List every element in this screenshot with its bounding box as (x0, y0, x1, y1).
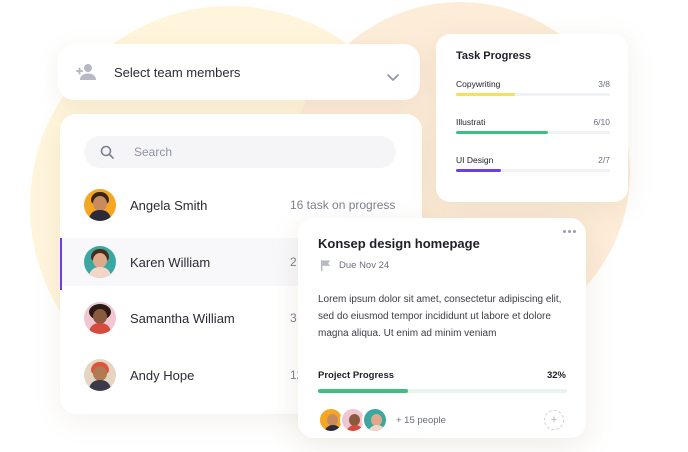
due-date: Due Nov 24 (318, 260, 566, 271)
task-progress-count: 6/10 (593, 117, 610, 127)
task-progress-count: 2/7 (598, 155, 610, 165)
people-count: + 15 people (396, 414, 446, 426)
due-date-label: Due Nov 24 (339, 260, 390, 271)
project-progress-value: 32% (546, 370, 566, 381)
assigned-people: + 15 people + (318, 407, 566, 433)
task-progress-card: Task Progress Copywriting 3/8 Illustrati… (436, 34, 628, 202)
project-progress-bar (318, 389, 567, 393)
search-input[interactable] (134, 145, 374, 159)
search-icon (100, 145, 114, 159)
task-progress-item-copywriting: Copywriting 3/8 (456, 79, 610, 117)
task-progress-label: Copywriting (456, 79, 501, 89)
task-progress-count: 3/8 (598, 79, 610, 89)
member-name: Karen William (130, 254, 211, 270)
task-progress-item-ui-design: UI Design 2/7 (456, 155, 610, 193)
select-team-members-dropdown[interactable]: Select team members (58, 44, 420, 100)
member-task-count: 16 task on progress (290, 198, 396, 212)
member-name: Andy Hope (130, 367, 195, 383)
avatar (84, 246, 116, 278)
project-progress-label: Project Progress (318, 370, 395, 381)
add-user-icon (76, 63, 98, 81)
task-title: Konsep design homepage (318, 236, 480, 251)
task-progress-bar (456, 131, 610, 134)
task-description: Lorem ipsum dolor sit amet, consectetur … (318, 294, 562, 339)
task-progress-label: Illustrati (456, 117, 486, 127)
flag-icon (321, 260, 330, 271)
task-progress-fill (456, 131, 549, 134)
task-progress-item-illustration: Illustrati 6/10 (456, 117, 610, 155)
task-progress-fill (456, 169, 501, 172)
task-progress-fill (456, 93, 515, 96)
avatar (84, 359, 116, 391)
chevron-down-icon[interactable] (386, 70, 400, 81)
member-task-count: 2 (290, 255, 297, 269)
task-detail-card: Konsep design homepage Due Nov 24 Lorem … (298, 218, 586, 438)
member-name: Angela Smith (130, 197, 208, 213)
member-task-count: 3 (290, 311, 297, 325)
task-progress-bar (456, 169, 610, 172)
select-team-members-label: Select team members (114, 64, 241, 80)
avatar (84, 189, 116, 221)
more-options-icon[interactable] (563, 230, 576, 233)
avatar (84, 302, 116, 334)
task-progress-title: Task Progress (456, 50, 532, 62)
task-progress-label: UI Design (456, 155, 494, 165)
project-progress-fill (318, 389, 408, 393)
task-progress-bar (456, 93, 610, 96)
member-name: Samantha William (130, 310, 235, 326)
search-box[interactable] (84, 136, 396, 168)
avatar (362, 407, 388, 433)
project-progress-header: Project Progress 32% (318, 370, 566, 381)
add-person-button[interactable]: + (544, 410, 564, 430)
